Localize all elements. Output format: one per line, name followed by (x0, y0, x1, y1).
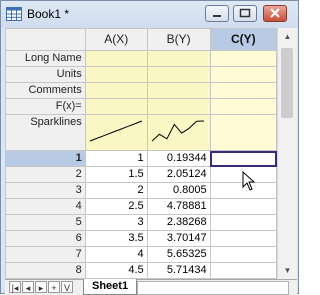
row-label-sparklines[interactable]: Sparklines (5, 114, 86, 151)
vertical-scrollbar[interactable]: ▲ ▼ (277, 28, 297, 279)
cell-b[interactable]: 3.70147 (146, 230, 211, 247)
title-bar[interactable]: Book1 * (1, 1, 298, 28)
cell-b[interactable]: 5.65325 (146, 246, 211, 263)
sheet-menu-button[interactable]: V (61, 281, 73, 293)
meta-cell[interactable] (209, 66, 277, 83)
next-sheet-icon[interactable]: ▸ (35, 281, 47, 293)
cell-a[interactable]: 2 (84, 182, 148, 199)
row-number[interactable]: 6 (5, 230, 86, 247)
cell-b[interactable]: 0.8005 (146, 182, 211, 199)
first-sheet-icon[interactable]: |◂ (9, 281, 21, 293)
sparkline-a (89, 120, 142, 142)
scroll-up-icon[interactable]: ▲ (278, 28, 297, 45)
table-row: 2 1.5 2.05124 (5, 166, 277, 183)
cell-b[interactable]: 2.05124 (146, 166, 211, 183)
column-header-b[interactable]: B(Y) (146, 28, 211, 51)
cell-c[interactable] (209, 230, 277, 247)
worksheet-grid: A(X) B(Y) C(Y) Long Name Units Comments … (5, 28, 277, 279)
minimize-button[interactable] (205, 5, 229, 22)
close-icon (270, 8, 280, 18)
row-number[interactable]: 4 (5, 198, 86, 215)
table-row: 6 3.5 3.70147 (5, 230, 277, 247)
cell-a[interactable]: 3.5 (84, 230, 148, 247)
cell-b[interactable]: 2.38268 (146, 214, 211, 231)
worksheet-table: A(X) B(Y) C(Y) Long Name Units Comments … (5, 28, 277, 279)
sparkline-cell-b[interactable] (146, 114, 211, 151)
meta-cell[interactable] (84, 82, 148, 99)
row-number[interactable]: 1 (5, 150, 86, 167)
meta-cell[interactable] (146, 98, 211, 115)
meta-cell[interactable] (209, 50, 277, 67)
close-button[interactable] (263, 5, 287, 22)
row-number[interactable]: 8 (5, 262, 86, 279)
row-number[interactable]: 3 (5, 182, 86, 199)
add-sheet-button[interactable]: + (48, 281, 60, 293)
table-row: 8 4.5 5.71434 (5, 262, 277, 279)
mouse-cursor-icon (242, 171, 256, 191)
row-number[interactable]: 2 (5, 166, 86, 183)
maximize-icon (239, 8, 251, 18)
cell-a[interactable]: 3 (84, 214, 148, 231)
scroll-thumb[interactable] (281, 48, 293, 118)
cell-a[interactable]: 4.5 (84, 262, 148, 279)
workbook-icon (6, 7, 22, 21)
cell-c[interactable] (209, 262, 277, 279)
column-header-c[interactable]: C(Y) (209, 28, 277, 51)
sparkline-b (151, 120, 204, 142)
minimize-icon (213, 15, 221, 17)
meta-cell[interactable] (146, 66, 211, 83)
meta-cell[interactable] (84, 50, 148, 67)
cell-a[interactable]: 1 (84, 150, 148, 167)
row-label-fx[interactable]: F(x)= (5, 98, 86, 115)
row-label-long-name[interactable]: Long Name (5, 50, 86, 67)
table-row: 3 2 0.8005 (5, 182, 277, 199)
meta-cell[interactable] (209, 82, 277, 99)
table-row: 7 4 5.65325 (5, 246, 277, 263)
maximize-button[interactable] (233, 5, 257, 22)
sheet-tab-bar: |◂ ◂ ▸ + V Sheet1 (5, 279, 297, 295)
cell-a[interactable]: 2.5 (84, 198, 148, 215)
corner-cell[interactable] (5, 28, 86, 51)
table-row: 4 2.5 4.78881 (5, 198, 277, 215)
meta-cell[interactable] (146, 50, 211, 67)
cell-b[interactable]: 4.78881 (146, 198, 211, 215)
row-number[interactable]: 5 (5, 214, 86, 231)
meta-cell[interactable] (84, 66, 148, 83)
sparkline-cell-c[interactable] (209, 114, 277, 151)
cell-a[interactable]: 1.5 (84, 166, 148, 183)
row-label-comments[interactable]: Comments (5, 82, 86, 99)
meta-cell[interactable] (209, 98, 277, 115)
sheet-tab-sheet1[interactable]: Sheet1 (83, 279, 138, 295)
cell-a[interactable]: 4 (84, 246, 148, 263)
scroll-down-icon[interactable]: ▼ (278, 262, 297, 279)
cell-b[interactable]: 5.71434 (146, 262, 211, 279)
row-label-units[interactable]: Units (5, 66, 86, 83)
prev-sheet-icon[interactable]: ◂ (22, 281, 34, 293)
cell-c[interactable] (209, 214, 277, 231)
sparkline-cell-a[interactable] (84, 114, 148, 151)
cell-c[interactable] (209, 150, 277, 167)
table-row: 5 3 2.38268 (5, 214, 277, 231)
cell-b[interactable]: 0.19344 (146, 150, 211, 167)
cell-c[interactable] (209, 198, 277, 215)
meta-cell[interactable] (84, 98, 148, 115)
horizontal-scrollbar[interactable] (137, 281, 289, 295)
meta-cell[interactable] (146, 82, 211, 99)
row-number[interactable]: 7 (5, 246, 86, 263)
table-row: 1 1 0.19344 (5, 150, 277, 167)
column-header-a[interactable]: A(X) (84, 28, 148, 51)
workbook-window: Book1 * A(X) B(Y) C(Y) Long Name Units C… (0, 0, 299, 295)
window-title: Book1 * (27, 7, 70, 21)
cell-c[interactable] (209, 246, 277, 263)
